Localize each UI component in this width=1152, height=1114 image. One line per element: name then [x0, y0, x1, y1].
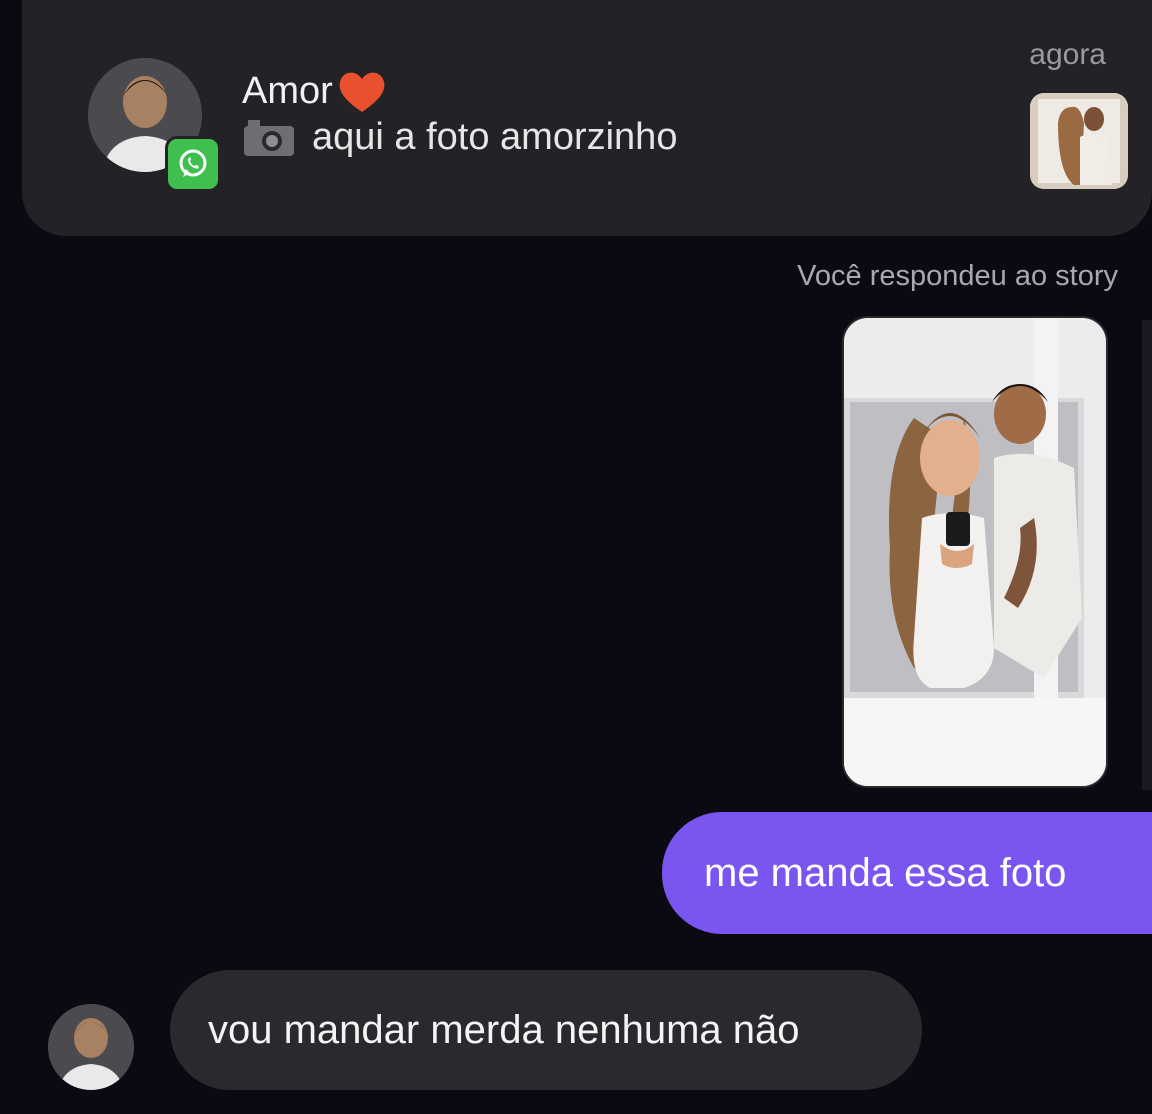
outgoing-message-text: me manda essa foto	[704, 850, 1067, 895]
notification-body: aqui a foto amorzinho	[242, 116, 677, 159]
whatsapp-icon	[165, 136, 221, 192]
camera-icon	[244, 119, 294, 156]
incoming-message-bubble[interactable]: vou mandar merda nenhuma não	[170, 970, 922, 1090]
incoming-message-text: vou mandar merda nenhuma não	[208, 1007, 800, 1052]
story-reply-label: Você respondeu ao story	[797, 260, 1118, 292]
notification-banner[interactable]: Amor aqui a foto amorzinho agora	[22, 0, 1152, 236]
notification-photo-thumbnail[interactable]	[1030, 93, 1128, 189]
notification-title: Amor	[242, 66, 389, 116]
outgoing-message-bubble[interactable]: me manda essa foto	[662, 812, 1152, 934]
scrollbar-track[interactable]	[1142, 320, 1152, 790]
contact-avatar[interactable]	[48, 1004, 134, 1090]
notification-time: agora	[1029, 38, 1106, 71]
story-photo[interactable]	[842, 316, 1108, 788]
heart-icon	[339, 72, 385, 112]
notification-message: aqui a foto amorzinho	[312, 116, 678, 158]
sender-name: Amor	[242, 69, 333, 112]
